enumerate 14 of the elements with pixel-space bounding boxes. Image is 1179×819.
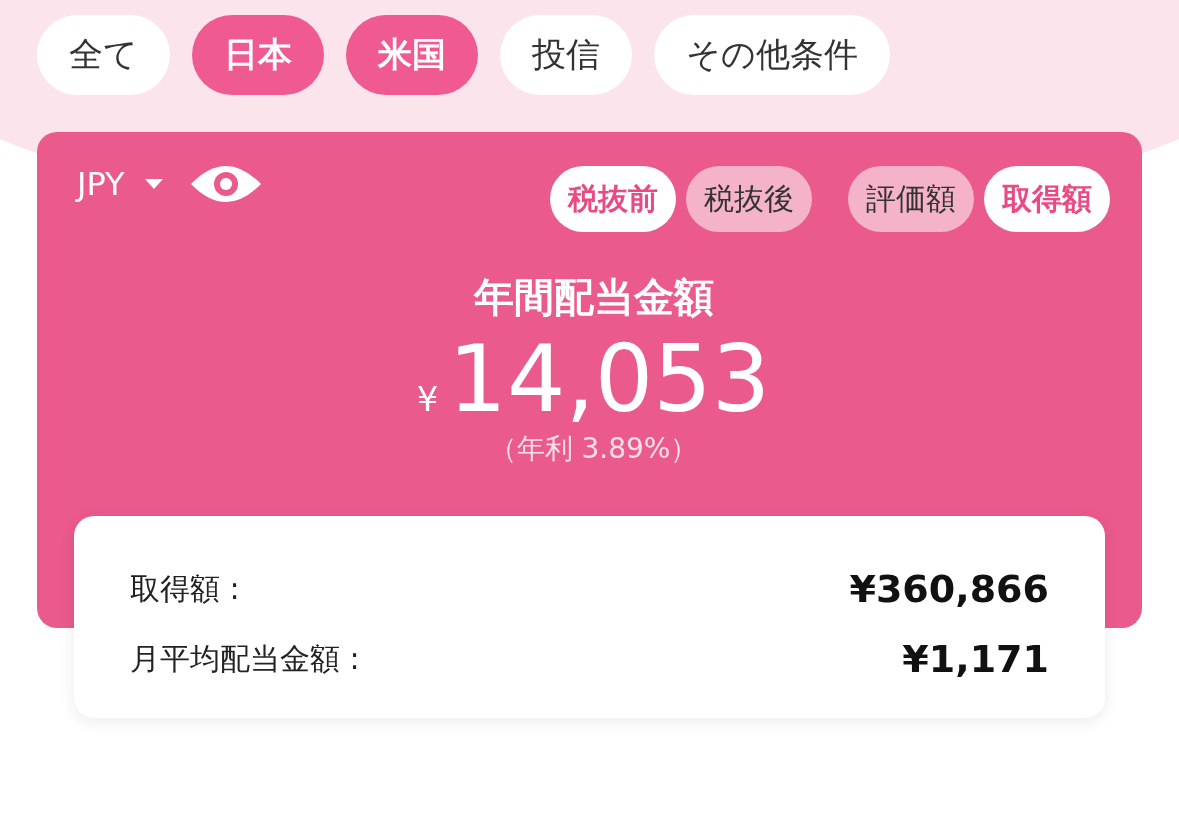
detail-label: 取得額 : — [130, 569, 240, 608]
summary-title: 年間配当金額 — [472, 273, 715, 322]
basis-toggle[interactable]: 取得額 — [984, 166, 1110, 232]
annual-dividend-amount: 14,053 — [448, 329, 771, 431]
currency-symbol: ¥ — [416, 379, 439, 419]
detail-value: ¥1,171 — [902, 637, 1049, 682]
yield-text: （年利 3.89%） — [487, 431, 700, 468]
tax-toggle[interactable]: 税抜前 — [550, 166, 676, 232]
basis-toggle[interactable]: 評価額 — [848, 166, 974, 232]
caret-icon — [144, 179, 163, 189]
tax-toggle[interactable]: 税抜後 — [686, 166, 812, 232]
filter-chip[interactable]: その他条件 — [654, 15, 890, 95]
detail-label: 月平均配当金額 : — [130, 639, 360, 678]
detail-value: ¥360,866 — [849, 567, 1049, 612]
